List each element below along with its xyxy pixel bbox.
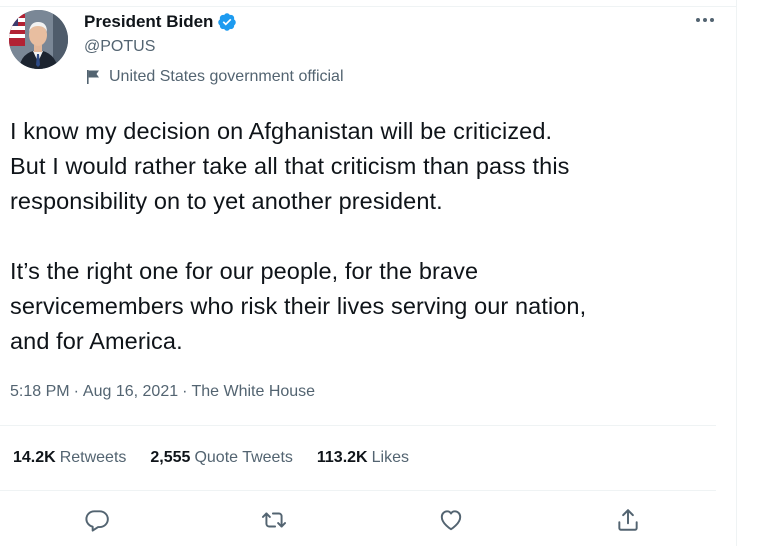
tweet-paragraph-2: It’s the right one for our people, for t… bbox=[10, 258, 587, 354]
government-label-text: United States government official bbox=[109, 68, 344, 85]
tweet-time[interactable]: 5:18 PM bbox=[10, 383, 70, 400]
share-icon[interactable] bbox=[615, 507, 641, 533]
tweet-actions bbox=[0, 507, 716, 533]
retweets-label: Retweets bbox=[59, 449, 127, 466]
quote-tweets-stat[interactable]: 2,555 Quote Tweets bbox=[150, 446, 292, 470]
government-flag-icon bbox=[86, 69, 101, 85]
retweets-count: 14.2K bbox=[13, 449, 56, 466]
like-icon[interactable] bbox=[438, 507, 464, 533]
meta-separator: · bbox=[182, 383, 188, 400]
government-label: United States government official bbox=[86, 66, 344, 88]
tweet-stats: 14.2K Retweets 2,555 Quote Tweets 113.2K Li… bbox=[13, 446, 433, 470]
tweet-meta: 5:18 PM · Aug 16, 2021 · The White House bbox=[10, 380, 315, 404]
top-divider bbox=[0, 6, 737, 7]
reply-icon[interactable] bbox=[84, 507, 110, 533]
likes-count: 113.2K bbox=[316, 449, 368, 466]
tweet-date[interactable]: Aug 16, 2021 bbox=[83, 383, 178, 400]
likes-label: Likes bbox=[371, 449, 409, 466]
likes-stat[interactable]: 113.2K Likes bbox=[317, 446, 409, 470]
meta-separator: · bbox=[73, 383, 79, 400]
tweet-paragraph-1: I know my decision on Afghanistan will b… bbox=[10, 118, 570, 214]
divider bbox=[0, 490, 716, 491]
quote-tweets-label: Quote Tweets bbox=[194, 449, 293, 466]
retweet-icon[interactable] bbox=[261, 507, 287, 533]
verified-badge-icon bbox=[217, 12, 237, 32]
avatar-image bbox=[9, 10, 68, 69]
divider bbox=[0, 425, 716, 426]
name-row: President Biden bbox=[84, 11, 237, 33]
avatar[interactable] bbox=[9, 10, 68, 69]
quote-tweets-count: 2,555 bbox=[150, 449, 191, 466]
author-block: President Biden @POTUS bbox=[84, 11, 237, 58]
author-handle[interactable]: @POTUS bbox=[84, 36, 237, 58]
tweet-card: President Biden @POTUS United States gov… bbox=[0, 0, 737, 546]
author-name[interactable]: President Biden bbox=[84, 11, 213, 33]
tweet-text: I know my decision on Afghanistan will b… bbox=[10, 114, 725, 359]
retweets-stat[interactable]: 14.2K Retweets bbox=[13, 446, 126, 470]
tweet-source[interactable]: The White House bbox=[191, 383, 315, 400]
more-options-icon[interactable] bbox=[694, 12, 716, 28]
